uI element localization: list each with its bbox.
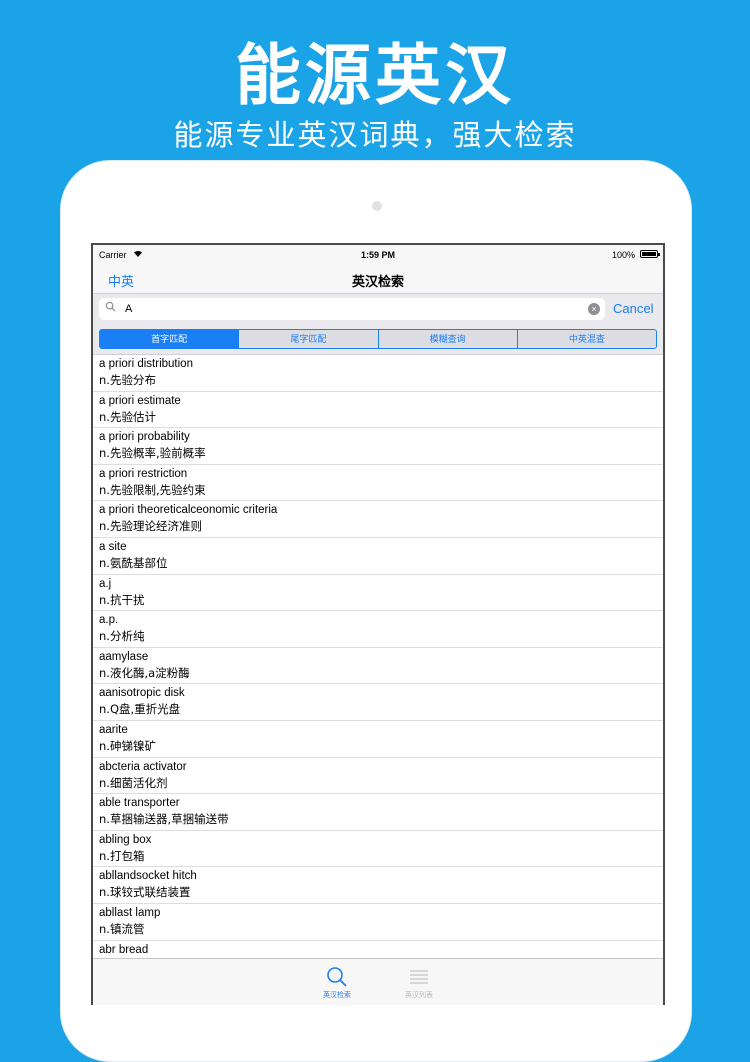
entry-term: abcteria activator bbox=[99, 760, 187, 773]
entry-term: a.j bbox=[99, 577, 112, 590]
search-field[interactable]: × bbox=[99, 298, 605, 320]
entry-definition: n.氨酰基部位 bbox=[99, 555, 168, 570]
entry-list: a priori distribution n.先验分布 a priori est… bbox=[93, 354, 663, 959]
entry-term: a priori restriction bbox=[99, 467, 188, 480]
entry-definition: n.抗干扰 bbox=[99, 592, 145, 607]
list-item[interactable]: aanisotropic disk n.Q盘,重折光盘 bbox=[93, 684, 663, 721]
entry-term: a priori distribution bbox=[99, 358, 193, 370]
list-item[interactable]: a priori probability n.先验概率,验前概率 bbox=[93, 428, 663, 465]
page-title: 英汉检索 bbox=[351, 274, 404, 289]
camera-dot bbox=[372, 201, 382, 211]
list-item[interactable]: aamylase n.液化酶,a淀粉酶 bbox=[93, 648, 663, 685]
status-time: 1:59 PM bbox=[360, 250, 395, 260]
list-item[interactable]: able transporter n.草捆输送器,草捆输送带 bbox=[93, 794, 663, 831]
entry-term: abllast lamp bbox=[99, 906, 161, 919]
entry-term: a priori estimate bbox=[99, 394, 181, 407]
entry-term: abling box bbox=[99, 833, 152, 846]
list-item[interactable]: abllast lamp n.镇流管 bbox=[93, 904, 663, 941]
entry-term: abllandsocket hitch bbox=[99, 870, 197, 883]
list-item[interactable]: a priori theoreticalceonomic criteria n.先… bbox=[93, 501, 663, 538]
entry-term: a.p. bbox=[99, 614, 119, 627]
entry-definition: n.先验限制,先验约束 bbox=[99, 482, 206, 497]
entry-definition: n.打包箱 bbox=[99, 848, 145, 863]
entry-definition: n.先验概率,验前概率 bbox=[99, 446, 206, 461]
segment-suffix-match[interactable]: 尾字匹配 bbox=[238, 330, 378, 348]
entry-definition: n.Q盘,重折光盘 bbox=[99, 702, 181, 717]
segment-mixed-search[interactable]: 中英混查 bbox=[516, 330, 656, 348]
entry-definition: n.细菌活化剂 bbox=[99, 775, 168, 790]
entry-definition: n.先验理论经济准则 bbox=[99, 519, 202, 534]
entry-term: aarite bbox=[99, 723, 128, 736]
list-item[interactable]: abling box n.打包箱 bbox=[93, 831, 663, 868]
search-icon bbox=[105, 301, 116, 312]
list-item[interactable]: a.p. n.分析纯 bbox=[93, 611, 663, 648]
entry-definition: n.镇流管 bbox=[99, 921, 145, 936]
list-item[interactable]: a site n.氨酰基部位 bbox=[93, 538, 663, 575]
search-bar: × Cancel bbox=[93, 293, 663, 326]
entry-definition: n.先验分布 bbox=[99, 373, 156, 387]
entry-definition: n.球铰式联结装置 bbox=[99, 885, 191, 900]
entry-definition: n.分析纯 bbox=[99, 629, 145, 644]
tab-english-chinese-search[interactable]: 英汉检索 bbox=[296, 959, 378, 1005]
list-item[interactable]: a priori restriction n.先验限制,先验约束 bbox=[93, 465, 663, 502]
entry-term: abr bread bbox=[99, 943, 149, 956]
tab-bar: 英汉检索 英汉列表 bbox=[93, 958, 663, 1005]
entry-term: a priori theoreticalceonomic criteria bbox=[99, 504, 278, 517]
search-icon bbox=[327, 967, 347, 987]
app-screen: Carrier 1:59 PM 100% 中英 英汉检索 × Cancel bbox=[91, 243, 665, 1005]
tab-label: 英汉检索 bbox=[323, 992, 351, 999]
segment-prefix-match[interactable]: 首字匹配 bbox=[100, 330, 239, 348]
tab-label: 英汉列表 bbox=[405, 992, 433, 999]
segmented-control-bar: 首字匹配 尾字匹配 模糊查询 中英混查 bbox=[93, 326, 663, 355]
list-item[interactable]: a.j n.抗干扰 bbox=[93, 575, 663, 612]
list-item[interactable]: aarite n.砷锑镍矿 bbox=[93, 721, 663, 758]
entry-term: able transporter bbox=[99, 797, 180, 810]
promo-title: 能源英汉 bbox=[235, 37, 515, 114]
list-item[interactable]: abcteria activator n.细菌活化剂 bbox=[93, 758, 663, 795]
list-item[interactable]: abr bread bbox=[93, 941, 663, 960]
segment-fuzzy-search[interactable]: 模糊查询 bbox=[377, 330, 517, 348]
list-item[interactable]: abllandsocket hitch n.球铰式联结装置 bbox=[93, 867, 663, 904]
cancel-button[interactable]: Cancel bbox=[613, 301, 653, 316]
entry-term: a priori probability bbox=[99, 431, 190, 444]
clear-icon[interactable]: × bbox=[588, 303, 600, 315]
entry-term: a site bbox=[99, 540, 127, 553]
tab-english-chinese-list[interactable]: 英汉列表 bbox=[378, 959, 460, 1005]
battery-icon bbox=[640, 250, 660, 258]
search-input[interactable] bbox=[125, 300, 565, 318]
entry-term: aamylase bbox=[99, 650, 149, 663]
entry-definition: n.草捆输送器,草捆输送带 bbox=[99, 812, 229, 827]
entry-term: aanisotropic disk bbox=[99, 687, 185, 700]
status-bar: Carrier 1:59 PM 100% bbox=[93, 245, 663, 265]
list-item[interactable]: a priori estimate n.先验估计 bbox=[93, 392, 663, 429]
battery-percent: 100% bbox=[611, 250, 635, 260]
list-icon bbox=[410, 970, 428, 984]
entry-definition: n.先验估计 bbox=[99, 409, 156, 424]
promo-subtitle: 能源专业英汉词典，强大检索 bbox=[173, 118, 577, 152]
navigation-bar: 中英 英汉检索 bbox=[93, 265, 663, 293]
match-mode-segmented-control: 首字匹配 尾字匹配 模糊查询 中英混查 bbox=[99, 329, 657, 349]
entry-definition: n.砷锑镍矿 bbox=[99, 738, 156, 753]
list-item[interactable]: a priori distribution n.先验分布 bbox=[93, 355, 663, 392]
entry-definition: n.液化酶,a淀粉酶 bbox=[99, 665, 190, 680]
tablet-frame: Carrier 1:59 PM 100% 中英 英汉检索 × Cancel bbox=[60, 160, 692, 1062]
